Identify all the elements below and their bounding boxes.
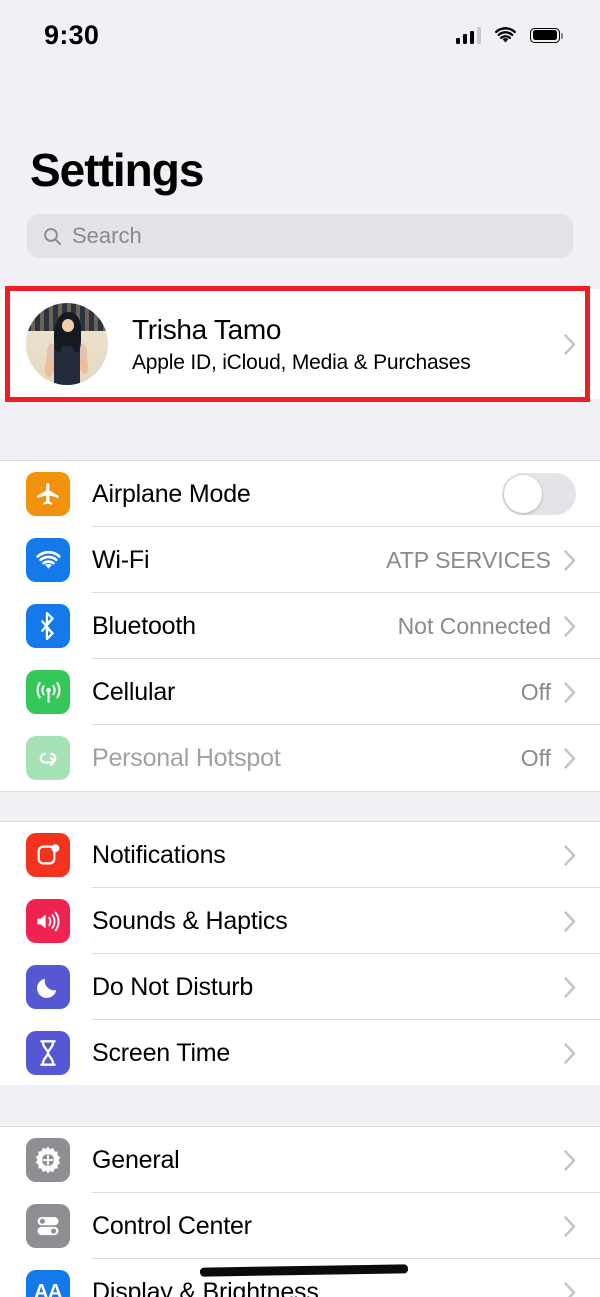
settings-row-label: Sounds & Haptics [92, 906, 288, 935]
settings-row-label: Control Center [92, 1211, 252, 1240]
settings-row-label: Display & Brightness [92, 1277, 319, 1297]
settings-row-airplane-mode[interactable]: Airplane Mode [0, 461, 600, 527]
notifications-icon [26, 833, 70, 877]
settings-row-notifications[interactable]: Notifications [0, 822, 600, 888]
chevron-right-icon [564, 910, 576, 932]
chevron-right-icon [564, 681, 576, 703]
settings-row-value: Not Connected [397, 612, 551, 639]
settings-row-personal-hotspot[interactable]: Personal Hotspot Off [0, 725, 600, 791]
settings-row-label: Screen Time [92, 1038, 231, 1067]
search-input[interactable]: Search [27, 214, 573, 258]
settings-row-general[interactable]: General [0, 1127, 600, 1193]
search-placeholder: Search [72, 223, 142, 248]
status-bar-indicators [455, 26, 564, 44]
moon-icon [26, 965, 70, 1009]
settings-row-cellular[interactable]: Cellular Off [0, 659, 600, 725]
hourglass-icon [26, 1031, 70, 1075]
settings-row-bluetooth[interactable]: Bluetooth Not Connected [0, 593, 600, 659]
chevron-right-icon [564, 549, 576, 571]
settings-row-value: ATP SERVICES [386, 546, 551, 573]
settings-row-display-brightness[interactable]: AA Display & Brightness [0, 1259, 600, 1297]
settings-row-label: Wi-Fi [92, 545, 150, 574]
chevron-right-icon [564, 615, 576, 637]
settings-row-label: Cellular [92, 677, 176, 706]
settings-row-label: Notifications [92, 840, 226, 869]
chevron-right-icon [564, 747, 576, 769]
avatar [26, 303, 108, 385]
chevron-right-icon [564, 1281, 576, 1297]
chevron-right-icon [564, 1042, 576, 1064]
status-bar: 9:30 [0, 0, 600, 70]
settings-row-label: Airplane Mode [92, 479, 251, 508]
chevron-right-icon [564, 1149, 576, 1171]
settings-row-value: Off [520, 678, 551, 705]
apple-id-row[interactable]: Trisha Tamo Apple ID, iCloud, Media & Pu… [0, 289, 600, 399]
control-center-toggles-icon [26, 1204, 70, 1248]
bluetooth-icon [26, 604, 70, 648]
cellular-antenna-icon [26, 670, 70, 714]
gear-icon [26, 1138, 70, 1182]
settings-row-value: Off [520, 744, 551, 771]
airplane-icon [26, 472, 70, 516]
personal-hotspot-icon [26, 736, 70, 780]
settings-row-label: Do Not Disturb [92, 972, 254, 1001]
wifi-icon [495, 26, 516, 42]
settings-row-label: Bluetooth [92, 611, 196, 640]
chevron-right-icon [564, 1215, 576, 1237]
speaker-icon [26, 899, 70, 943]
settings-row-do-not-disturb[interactable]: Do Not Disturb [0, 954, 600, 1020]
wifi-icon [26, 538, 70, 582]
search-icon [44, 227, 62, 245]
settings-row-label: Personal Hotspot [92, 743, 281, 772]
chevron-right-icon [564, 333, 576, 355]
apple-id-subtitle: Apple ID, iCloud, Media & Purchases [132, 350, 471, 374]
page-title: Settings [30, 144, 204, 196]
airplane-mode-toggle[interactable] [502, 473, 576, 515]
settings-row-control-center[interactable]: Control Center [0, 1193, 600, 1259]
status-bar-clock: 9:30 [44, 19, 100, 50]
settings-screen: 9:30 Settings Search Trisha Tamo Apple I… [0, 0, 600, 1297]
chevron-right-icon [564, 976, 576, 998]
apple-id-section: Trisha Tamo Apple ID, iCloud, Media & Pu… [0, 286, 600, 402]
settings-row-wifi[interactable]: Wi-Fi ATP SERVICES [0, 527, 600, 593]
chevron-right-icon [564, 844, 576, 866]
settings-row-sounds-haptics[interactable]: Sounds & Haptics [0, 888, 600, 954]
group-gap [0, 404, 600, 460]
signal-bars-icon [455, 26, 481, 44]
battery-full-icon [530, 27, 564, 43]
display-brightness-aa-icon: AA [26, 1270, 70, 1297]
apple-id-name: Trisha Tamo [132, 313, 282, 345]
settings-row-screen-time[interactable]: Screen Time [0, 1020, 600, 1086]
settings-group-connectivity: Airplane Mode Wi-Fi ATP SERVICES Bluetoo… [0, 460, 600, 792]
settings-group-alerts: Notifications Sounds & Haptics Do Not Di… [0, 821, 600, 1087]
settings-row-label: General [92, 1145, 180, 1174]
